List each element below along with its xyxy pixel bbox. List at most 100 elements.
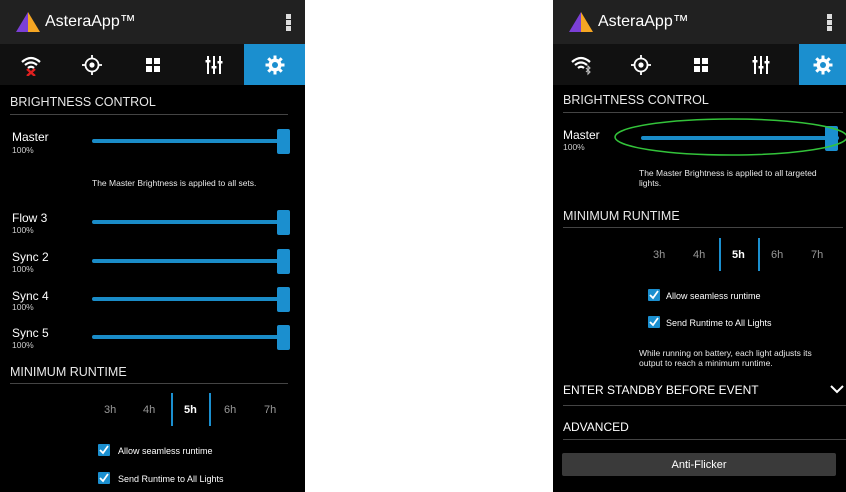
slider-value: 100% — [12, 225, 34, 235]
astera-logo-icon — [569, 12, 593, 32]
runtime-section-header: MINIMUM RUNTIME — [563, 209, 680, 223]
light-slider-track[interactable] — [92, 297, 284, 301]
send-runtime-label: Send Runtime to All Lights — [666, 318, 772, 328]
slider-label: Sync 2 — [12, 250, 49, 264]
tab-connection[interactable] — [553, 44, 611, 85]
light-slider-thumb[interactable] — [277, 249, 290, 274]
phone-screen-left: AsteraApp™ BRIGHTNESS CONTROL Master 100… — [0, 0, 305, 492]
runtime-option[interactable]: 6h — [224, 404, 236, 416]
master-slider-label: Master — [12, 130, 49, 144]
master-slider-thumb[interactable] — [277, 129, 290, 154]
tab-grid[interactable] — [671, 44, 731, 85]
runtime-selection-right-edge — [209, 393, 211, 426]
light-slider-track[interactable] — [92, 259, 284, 263]
runtime-option[interactable]: 7h — [264, 404, 276, 416]
target-icon — [631, 54, 651, 75]
light-slider-thumb[interactable] — [277, 287, 290, 312]
runtime-option[interactable]: 4h — [693, 249, 705, 261]
tab-settings[interactable] — [244, 44, 305, 85]
note-line: lights. — [639, 178, 662, 188]
brightness-section-header: BRIGHTNESS CONTROL — [563, 93, 709, 107]
note-line: output to reach a minimum runtime. — [639, 358, 773, 368]
divider — [563, 405, 846, 406]
master-brightness-note: The Master Brightness is applied to all … — [92, 178, 257, 188]
highlight-ellipse — [614, 118, 846, 156]
sliders-icon — [752, 55, 770, 74]
tab-bar — [553, 44, 846, 85]
seamless-runtime-checkbox[interactable] — [648, 289, 660, 301]
checkmark-icon — [99, 445, 109, 455]
advanced-title[interactable]: ADVANCED — [563, 420, 629, 434]
grid-icon — [694, 57, 708, 72]
tab-mixer[interactable] — [183, 44, 244, 85]
tab-mixer[interactable] — [731, 44, 791, 85]
overflow-menu-icon[interactable] — [827, 14, 832, 31]
app-title: AsteraApp™ — [45, 13, 136, 30]
sliders-icon — [205, 55, 222, 74]
master-slider-track[interactable] — [92, 139, 284, 143]
master-brightness-note: The Master Brightness is applied to all … — [639, 168, 817, 188]
runtime-option[interactable]: 4h — [143, 404, 155, 416]
divider — [563, 112, 843, 113]
wifi-bluetooth-icon — [571, 56, 591, 75]
app-bar: AsteraApp™ — [553, 0, 846, 44]
note-line: The Master Brightness is applied to all … — [639, 168, 817, 178]
tab-settings[interactable] — [799, 44, 846, 85]
divider — [10, 383, 288, 384]
note-line: While running on battery, each light adj… — [639, 348, 812, 358]
slider-label: Sync 4 — [12, 289, 49, 303]
slider-value: 100% — [12, 264, 34, 274]
checkmark-icon — [649, 290, 659, 300]
runtime-option-selected[interactable]: 5h — [732, 249, 745, 261]
light-slider-thumb[interactable] — [277, 325, 290, 350]
divider — [10, 114, 288, 115]
phone-screen-right: AsteraApp™ BRIGHTNESS CONTROL Master 100… — [553, 0, 846, 492]
seamless-runtime-checkbox[interactable] — [98, 444, 110, 456]
runtime-section-header: MINIMUM RUNTIME — [10, 365, 127, 379]
runtime-option[interactable]: 3h — [104, 404, 116, 416]
settings-gear-icon — [813, 55, 832, 74]
settings-gear-icon — [265, 55, 284, 74]
tab-grid[interactable] — [122, 44, 183, 85]
runtime-selection-right-edge — [758, 238, 760, 271]
runtime-option[interactable]: 7h — [811, 249, 823, 261]
grid-icon — [145, 57, 160, 72]
runtime-option[interactable]: 3h — [653, 249, 665, 261]
target-icon — [81, 54, 102, 75]
slider-value: 100% — [12, 340, 34, 350]
tab-target[interactable] — [611, 44, 671, 85]
runtime-option[interactable]: 6h — [771, 249, 783, 261]
send-runtime-checkbox[interactable] — [98, 472, 110, 484]
anti-flicker-button[interactable]: Anti-Flicker — [562, 453, 836, 476]
checkmark-icon — [649, 317, 659, 327]
master-slider-label: Master — [563, 128, 600, 142]
send-runtime-checkbox[interactable] — [648, 316, 660, 328]
app-title: AsteraApp™ — [598, 13, 689, 30]
slider-label: Sync 5 — [12, 326, 49, 340]
wifi-disconnected-icon — [20, 56, 41, 76]
divider — [563, 439, 846, 440]
master-slider-value: 100% — [12, 145, 34, 155]
master-slider-value: 100% — [563, 142, 585, 152]
standby-title: ENTER STANDBY BEFORE EVENT — [563, 383, 759, 397]
astera-logo-icon — [16, 12, 40, 32]
tab-connection[interactable] — [0, 44, 61, 85]
light-slider-track[interactable] — [92, 220, 284, 224]
slider-value: 100% — [12, 302, 34, 312]
runtime-selection-left-edge — [171, 393, 173, 426]
tab-bar — [0, 44, 305, 85]
divider — [563, 227, 843, 228]
seamless-runtime-label: Allow seamless runtime — [118, 446, 213, 456]
overflow-menu-icon[interactable] — [286, 14, 291, 31]
battery-runtime-note: While running on battery, each light adj… — [639, 348, 812, 368]
send-runtime-label: Send Runtime to All Lights — [118, 474, 224, 484]
brightness-section-header: BRIGHTNESS CONTROL — [10, 95, 156, 109]
tab-target[interactable] — [61, 44, 122, 85]
slider-label: Flow 3 — [12, 211, 48, 225]
runtime-selection-left-edge — [719, 238, 721, 271]
chevron-down-icon — [830, 385, 844, 394]
seamless-runtime-label: Allow seamless runtime — [666, 291, 761, 301]
runtime-option-selected[interactable]: 5h — [184, 404, 197, 416]
light-slider-track[interactable] — [92, 335, 284, 339]
light-slider-thumb[interactable] — [277, 210, 290, 235]
